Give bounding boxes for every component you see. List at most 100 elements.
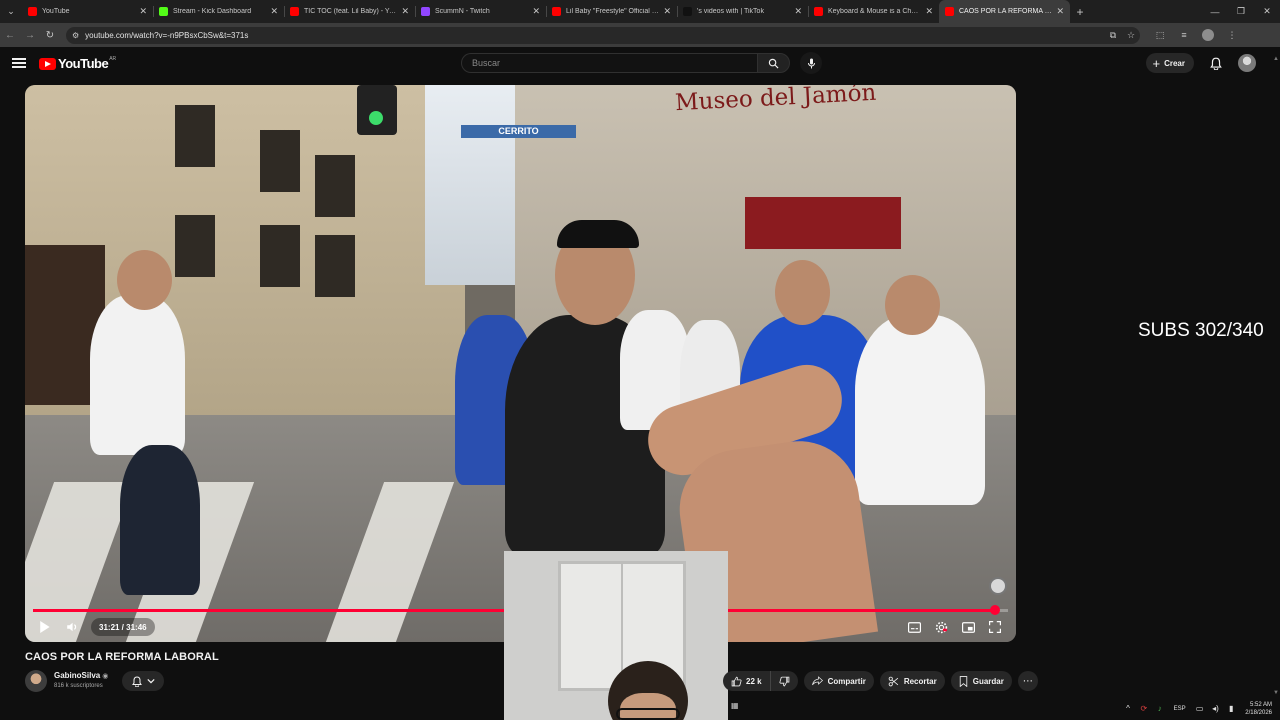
browser-tab[interactable]: CAOS POR LA REFORMA LABORAL ✕ [939, 0, 1070, 23]
play-button[interactable] [35, 618, 53, 636]
new-tab-button[interactable]: + [1070, 0, 1090, 23]
cast-icon[interactable]: ⧉ [1104, 30, 1122, 41]
channel-name[interactable]: GabinoSilva ◉ [54, 671, 108, 680]
clip-label: Recortar [903, 676, 937, 686]
subscriber-count: 816 k suscriptores [54, 683, 103, 689]
browser-tab[interactable]: ScummN - Twitch ✕ [415, 0, 546, 23]
bookmark-star-icon[interactable]: ☆ [1122, 30, 1140, 41]
tab-favicon-icon [945, 7, 954, 16]
tab-search-button[interactable]: ⌄ [0, 0, 22, 23]
red-awning [745, 197, 901, 249]
tab-close-icon[interactable]: ✕ [663, 6, 671, 17]
tab-close-icon[interactable]: ✕ [925, 6, 933, 17]
back-button[interactable]: ← [0, 23, 20, 47]
tray-overflow-icon[interactable]: ^ [1120, 704, 1136, 713]
tab-favicon-icon [290, 7, 299, 16]
browser-toolbar: ← → ↻ ⚙ youtube.com/watch?v=-n9PBsxCbSw&… [0, 23, 1280, 47]
person-white-shirt [90, 295, 185, 455]
address-url[interactable]: youtube.com/watch?v=-n9PBsxCbSw&t=371s [85, 31, 1104, 40]
end-screen-avatar[interactable] [989, 577, 1007, 595]
dislike-button[interactable] [771, 671, 798, 691]
tab-close-icon[interactable]: ✕ [139, 6, 147, 17]
like-count: 22 k [746, 676, 762, 686]
clip-button[interactable]: Recortar [879, 671, 945, 691]
browser-tab[interactable]: TIC TOC (feat. Lil Baby) - YouTube ✕ [284, 0, 415, 23]
browser-tab[interactable]: 's videos with | TikTok ✕ [677, 0, 808, 23]
share-button[interactable]: Compartir [803, 671, 874, 691]
input-language[interactable]: ESP [1174, 706, 1186, 712]
notifications-button[interactable] [1206, 53, 1226, 73]
extensions-icon[interactable]: ⬚ [1148, 23, 1172, 47]
share-icon [811, 676, 823, 686]
person-right-head [885, 275, 940, 335]
page-scrollbar[interactable] [1272, 56, 1280, 696]
browser-tab[interactable]: Stream - Kick Dashboard ✕ [153, 0, 284, 23]
guide-menu-icon[interactable] [12, 56, 26, 70]
streamer-glasses [616, 708, 680, 720]
webcam-overlay [504, 551, 728, 720]
maximize-button[interactable]: ❐ [1228, 0, 1254, 23]
tab-title: TIC TOC (feat. Lil Baby) - YouTube [304, 8, 397, 15]
share-label: Compartir [827, 676, 866, 686]
time-display: 31:21 / 31:46 [91, 618, 155, 636]
microphone-icon [807, 58, 815, 68]
fullscreen-button[interactable] [986, 618, 1004, 636]
channel-name-text[interactable]: GabinoSilva [54, 671, 100, 680]
search-input[interactable]: Buscar [461, 53, 757, 73]
subscribed-notifications-button[interactable] [122, 671, 164, 691]
system-tray: ^ ⟳ ♪ ESP ▭ ◂) ▮ 5:52 AM 2/18/2026 [1120, 697, 1280, 720]
search-button[interactable] [757, 53, 790, 73]
traffic-light [357, 85, 397, 135]
video-actions: 22 k Compartir Recortar Guardar ⋯ [723, 671, 1038, 691]
tray-app-icon[interactable]: ⟳ [1136, 704, 1152, 713]
tab-close-icon[interactable]: ✕ [532, 6, 540, 17]
bell-icon [1210, 57, 1222, 70]
tab-favicon-icon [28, 7, 37, 16]
country-code: AR [109, 55, 117, 62]
battery-icon[interactable]: ▮ [1223, 704, 1239, 713]
channel-avatar[interactable] [25, 670, 47, 692]
subtitles-button[interactable] [905, 618, 923, 636]
address-bar[interactable]: ⚙ youtube.com/watch?v=-n9PBsxCbSw&t=371s… [66, 26, 1140, 44]
tab-close-icon[interactable]: ✕ [401, 6, 409, 17]
account-avatar[interactable] [1238, 54, 1256, 72]
clock-date: 2/18/2026 [1245, 709, 1272, 716]
like-button[interactable]: 22 k [723, 671, 771, 691]
gear-icon [935, 621, 947, 633]
close-window-button[interactable]: ✕ [1254, 0, 1280, 23]
miniplayer-button[interactable] [959, 618, 977, 636]
browser-tab[interactable]: Lil Baby "Freestyle" Official Music ✕ [546, 0, 677, 23]
settings-button[interactable] [932, 618, 950, 636]
network-icon[interactable]: ▭ [1192, 704, 1208, 713]
youtube-masthead: YouTube AR Buscar + Crear [0, 47, 1280, 81]
browser-tab[interactable]: Keyboard & Mouse is a Cheat Code ✕ [808, 0, 939, 23]
fullscreen-icon [989, 621, 1001, 633]
tab-close-icon[interactable]: ✕ [1056, 6, 1064, 17]
profile-avatar[interactable] [1202, 29, 1214, 41]
bookmark-icon [959, 675, 967, 687]
voice-search-button[interactable] [800, 52, 822, 74]
browser-tab[interactable]: YouTube ✕ [22, 0, 153, 23]
reload-button[interactable]: ↻ [40, 23, 60, 47]
speaker-icon[interactable]: ◂) [1208, 704, 1224, 713]
create-button[interactable]: + Crear [1145, 53, 1194, 73]
save-button[interactable]: Guardar [950, 671, 1012, 691]
more-horizontal-icon: ⋯ [1022, 675, 1033, 687]
more-actions-button[interactable]: ⋯ [1017, 671, 1038, 691]
miniplayer-icon [961, 621, 975, 633]
media-controls-icon[interactable]: ≡ [1172, 23, 1196, 47]
browser-menu-icon[interactable]: ⋮ [1220, 23, 1244, 47]
tab-list: YouTube ✕ Stream - Kick Dashboard ✕ TIC TOC … [22, 0, 1070, 23]
minimize-button[interactable]: — [1202, 0, 1228, 23]
site-info-icon[interactable]: ⚙ [72, 31, 79, 40]
taskbar-app-icon[interactable]: ▦ [731, 701, 743, 713]
tab-close-icon[interactable]: ✕ [794, 6, 802, 17]
tray-mic-icon[interactable]: ♪ [1152, 704, 1168, 713]
bell-icon [131, 675, 142, 687]
mute-button[interactable] [63, 618, 81, 636]
street-sign: CERRITO [461, 125, 576, 138]
tab-close-icon[interactable]: ✕ [270, 6, 278, 17]
system-clock[interactable]: 5:52 AM 2/18/2026 [1245, 701, 1272, 717]
forward-button[interactable]: → [20, 23, 40, 47]
youtube-logo[interactable]: YouTube AR [39, 56, 116, 71]
